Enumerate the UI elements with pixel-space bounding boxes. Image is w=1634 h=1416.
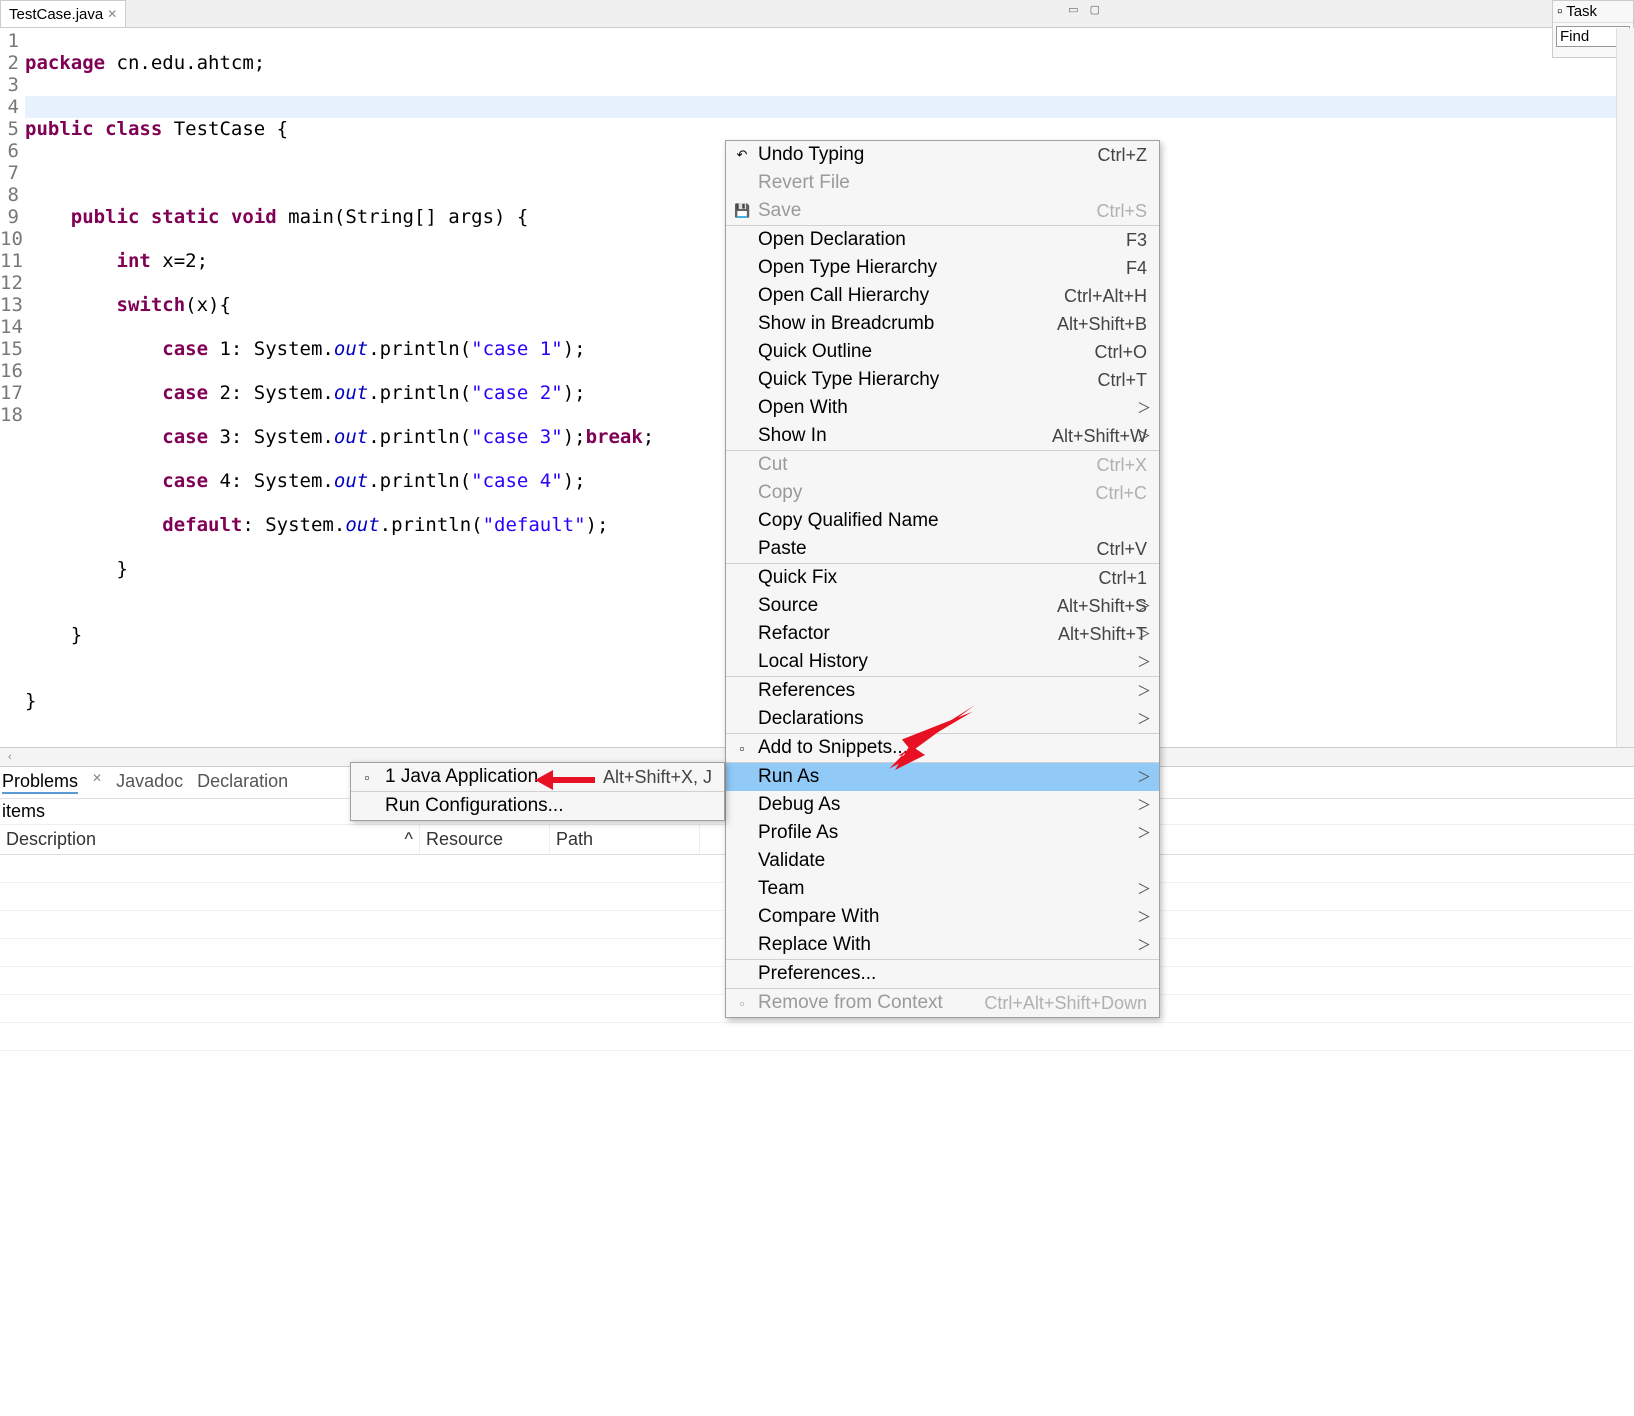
menu-run-configurations[interactable]: Run Configurations... <box>351 792 724 820</box>
save-icon: 💾 <box>734 203 750 219</box>
menu-java-application[interactable]: ▫ 1 Java Application Alt+Shift+X, J <box>351 763 724 791</box>
tab-title: TestCase.java <box>9 6 103 23</box>
chevron-right-icon: ＞ <box>1137 426 1151 446</box>
menu-quick-type-hierarchy[interactable]: Quick Type HierarchyCtrl+T <box>726 366 1159 394</box>
menu-refactor[interactable]: RefactorAlt+Shift+T＞ <box>726 620 1159 648</box>
menu-replace-with[interactable]: Replace With＞ <box>726 931 1159 959</box>
menu-save: 💾SaveCtrl+S <box>726 197 1159 225</box>
chevron-right-icon: ＞ <box>1137 767 1151 787</box>
menu-show-in[interactable]: Show InAlt+Shift+W＞ <box>726 422 1159 450</box>
task-header: ▫ Task <box>1553 1 1633 23</box>
add-to-snippets--icon: ▫ <box>734 741 750 756</box>
chevron-right-icon: ＞ <box>1137 795 1151 815</box>
chevron-right-icon: ＞ <box>1137 935 1151 955</box>
menu-undo-typing[interactable]: ↶Undo TypingCtrl+Z <box>726 141 1159 169</box>
menu-cut: CutCtrl+X <box>726 451 1159 479</box>
editor-tab-bar: TestCase.java ✕ <box>0 0 1634 28</box>
chevron-right-icon: ＞ <box>1137 681 1151 701</box>
run-as-submenu: ▫ 1 Java Application Alt+Shift+X, J Run … <box>350 762 725 821</box>
vertical-scrollbar[interactable] <box>1616 28 1634 747</box>
chevron-right-icon: ＞ <box>1137 907 1151 927</box>
menu-open-with[interactable]: Open With＞ <box>726 394 1159 422</box>
menu-revert-file: Revert File <box>726 169 1159 197</box>
menu-add-to-snippets-[interactable]: ▫Add to Snippets... <box>726 734 1159 762</box>
chevron-right-icon: ＞ <box>1137 709 1151 729</box>
chevron-right-icon: ＞ <box>1137 398 1151 418</box>
context-menu: ↶Undo TypingCtrl+ZRevert File💾SaveCtrl+S… <box>725 140 1160 1018</box>
menu-remove-from-context: ▫Remove from ContextCtrl+Alt+Shift+Down <box>726 989 1159 1017</box>
menu-declarations[interactable]: Declarations＞ <box>726 705 1159 733</box>
menu-open-type-hierarchy[interactable]: Open Type HierarchyF4 <box>726 254 1159 282</box>
menu-team[interactable]: Team＞ <box>726 875 1159 903</box>
minimize-maximize-icons[interactable]: ▭ ▢ <box>1068 3 1104 16</box>
remove-from-context-icon: ▫ <box>734 996 750 1011</box>
close-icon[interactable]: ✕ <box>107 7 117 21</box>
menu-preferences-[interactable]: Preferences... <box>726 960 1159 988</box>
chevron-right-icon: ＞ <box>1137 596 1151 616</box>
menu-open-call-hierarchy[interactable]: Open Call HierarchyCtrl+Alt+H <box>726 282 1159 310</box>
menu-source[interactable]: SourceAlt+Shift+S＞ <box>726 592 1159 620</box>
undo-typing-icon: ↶ <box>734 147 750 163</box>
table-row <box>0 1023 1634 1051</box>
menu-run-as[interactable]: Run As＞ <box>726 763 1159 791</box>
menu-show-in-breadcrumb[interactable]: Show in BreadcrumbAlt+Shift+B <box>726 310 1159 338</box>
chevron-right-icon: ＞ <box>1137 624 1151 644</box>
chevron-right-icon: ＞ <box>1137 823 1151 843</box>
line-gutter: 123456789101112131415161718 <box>0 28 25 747</box>
java-app-icon: ▫ <box>359 770 375 785</box>
menu-copy-qualified-name[interactable]: Copy Qualified Name <box>726 507 1159 535</box>
chevron-right-icon: ＞ <box>1137 652 1151 672</box>
menu-profile-as[interactable]: Profile As＞ <box>726 819 1159 847</box>
menu-quick-fix[interactable]: Quick FixCtrl+1 <box>726 564 1159 592</box>
menu-copy: CopyCtrl+C <box>726 479 1159 507</box>
menu-local-history[interactable]: Local History＞ <box>726 648 1159 676</box>
menu-references[interactable]: References＞ <box>726 677 1159 705</box>
menu-open-declaration[interactable]: Open DeclarationF3 <box>726 226 1159 254</box>
chevron-right-icon: ＞ <box>1137 879 1151 899</box>
tab-testcase[interactable]: TestCase.java ✕ <box>0 0 126 27</box>
menu-debug-as[interactable]: Debug As＞ <box>726 791 1159 819</box>
menu-quick-outline[interactable]: Quick OutlineCtrl+O <box>726 338 1159 366</box>
menu-compare-with[interactable]: Compare With＞ <box>726 903 1159 931</box>
menu-paste[interactable]: PasteCtrl+V <box>726 535 1159 563</box>
menu-validate[interactable]: Validate <box>726 847 1159 875</box>
